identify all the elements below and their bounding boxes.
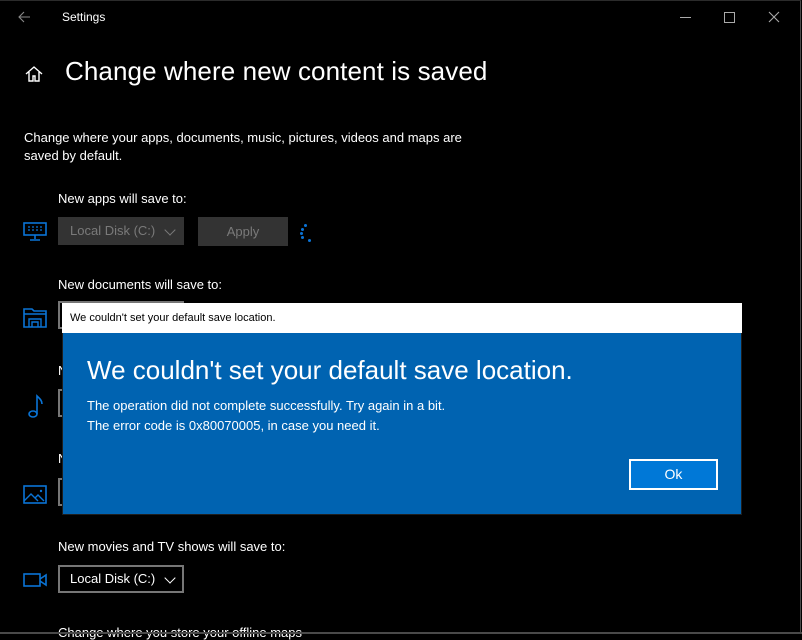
documents-save-label: New documents will save to: — [58, 277, 223, 292]
title-bar: Settings — [0, 0, 802, 34]
dialog-message-line-2: The error code is 0x80070005, in case yo… — [87, 418, 380, 433]
monitor-icon — [23, 222, 47, 241]
maximize-button[interactable] — [708, 4, 752, 30]
home-icon[interactable] — [24, 64, 44, 84]
picture-icon — [23, 485, 47, 504]
apps-location-dropdown[interactable]: Local Disk (C:) — [58, 217, 184, 245]
apps-location-value: Local Disk (C:) — [70, 223, 156, 238]
error-dialog: We couldn't set your default save locati… — [62, 333, 742, 515]
back-button[interactable] — [12, 6, 36, 28]
dialog-heading: We couldn't set your default save locati… — [87, 355, 573, 385]
movies-location-dropdown[interactable]: Local Disk (C:) — [58, 565, 184, 593]
maximize-icon — [724, 12, 735, 23]
documents-folder-icon — [23, 308, 47, 328]
video-camera-icon — [23, 573, 47, 587]
apply-button[interactable]: Apply — [198, 217, 288, 246]
ok-button[interactable]: Ok — [629, 459, 718, 490]
page-description: Change where your apps, documents, music… — [24, 130, 462, 163]
minimize-button[interactable] — [664, 4, 708, 30]
chevron-down-icon — [164, 572, 176, 584]
app-title: Settings — [62, 10, 106, 24]
arrow-left-icon — [18, 11, 30, 23]
loading-spinner-icon — [296, 222, 316, 244]
movies-location-value: Local Disk (C:) — [70, 571, 156, 586]
close-icon — [768, 11, 780, 23]
music-note-icon — [28, 394, 43, 418]
close-button[interactable] — [752, 4, 796, 30]
apps-save-label: New apps will save to: — [58, 191, 187, 206]
dialog-message-line-1: The operation did not complete successfu… — [87, 398, 446, 413]
chevron-down-icon — [164, 224, 176, 236]
movies-save-label: New movies and TV shows will save to: — [58, 539, 286, 554]
page-title: Change where new content is saved — [65, 56, 488, 86]
minimize-icon — [680, 17, 691, 18]
dialog-title-bar: We couldn't set your default save locati… — [62, 303, 742, 333]
